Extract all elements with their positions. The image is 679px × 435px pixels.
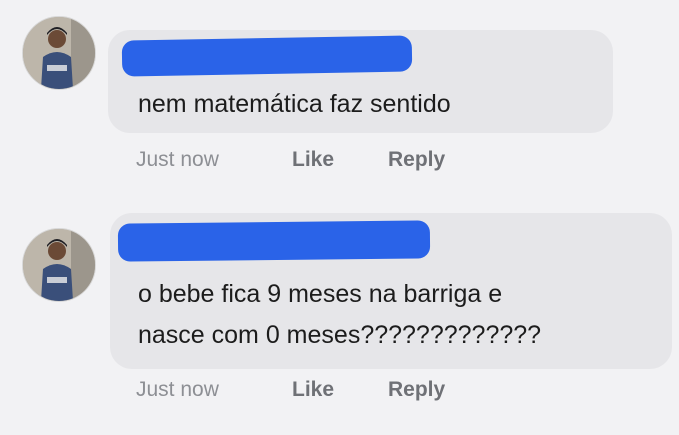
comment-text-line: nasce com 0 meses????????????? xyxy=(138,321,542,349)
comment-text-line: o bebe fica 9 meses na barriga e xyxy=(138,280,503,308)
person-photo-icon xyxy=(23,229,95,301)
reply-button[interactable]: Reply xyxy=(388,378,445,402)
comment-2: o bebe fica 9 meses na barriga e nasce c… xyxy=(0,0,679,435)
commenter-avatar[interactable] xyxy=(22,228,96,302)
like-button[interactable]: Like xyxy=(292,378,334,402)
redacted-username xyxy=(117,220,431,262)
comment-timestamp: Just now xyxy=(136,378,219,401)
